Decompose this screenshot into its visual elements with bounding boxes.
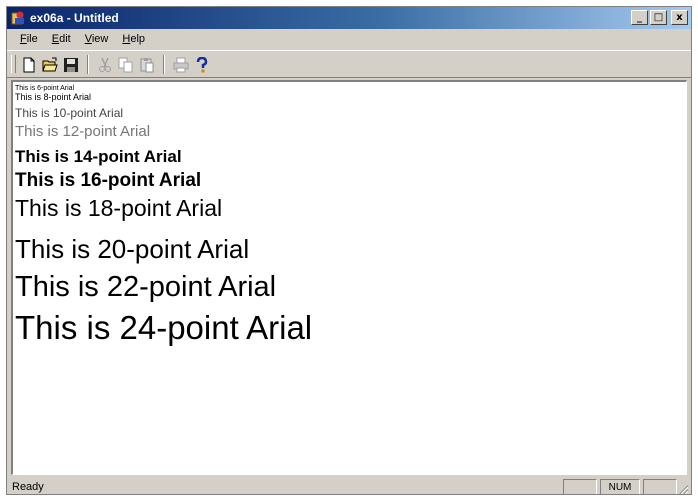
menu-edit[interactable]: Edit	[45, 33, 78, 45]
window-controls: _ □ x	[631, 10, 688, 26]
menu-view[interactable]: View	[78, 33, 116, 45]
open-icon	[42, 57, 58, 72]
status-pane-num: NUM	[600, 479, 640, 494]
new-icon	[23, 57, 35, 73]
help-button[interactable]	[192, 55, 212, 75]
text-line-12pt: This is 12-point Arial	[15, 123, 151, 140]
title-bar[interactable]: ex06a - Untitled _ □ x	[7, 7, 691, 29]
window-title: ex06a - Untitled	[30, 11, 119, 25]
app-window: ex06a - Untitled _ □ x File Edit View He…	[6, 6, 692, 495]
text-line-6pt: This is 6-point Arial	[15, 85, 75, 92]
save-icon	[64, 58, 78, 72]
menu-bar: File Edit View Help	[7, 29, 691, 49]
status-pane-scroll	[643, 479, 677, 494]
menu-help[interactable]: Help	[115, 33, 152, 45]
copy-icon	[118, 57, 133, 73]
text-line-22pt: This is 22-point Arial	[15, 271, 277, 303]
cut-icon	[99, 57, 111, 72]
toolbar-separator	[87, 55, 89, 74]
text-line-10pt: This is 10-point Arial	[15, 106, 124, 120]
toolbar-grip[interactable]	[11, 55, 16, 73]
toolbar-separator	[163, 55, 165, 74]
open-button[interactable]	[40, 55, 60, 75]
text-line-14pt: This is 14-point Arial	[15, 147, 182, 166]
close-button[interactable]: x	[671, 10, 688, 25]
save-button[interactable]	[61, 55, 81, 75]
toolbar	[7, 50, 691, 78]
text-line-20pt: This is 20-point Arial	[15, 234, 250, 264]
text-line-16pt: This is 16-point Arial	[15, 170, 202, 191]
paste-button[interactable]	[137, 55, 157, 75]
app-icon[interactable]	[11, 10, 27, 26]
copy-button[interactable]	[116, 55, 136, 75]
status-text: Ready	[12, 481, 44, 493]
print-icon	[173, 57, 189, 73]
cut-button[interactable]	[95, 55, 115, 75]
paste-icon	[140, 58, 154, 73]
minimize-button[interactable]: _	[631, 10, 648, 25]
document-view[interactable]: This is 6-point Arial This is 8-point Ar…	[11, 80, 687, 475]
text-line-18pt: This is 18-point Arial	[15, 195, 223, 221]
status-pane-caps	[563, 479, 597, 494]
new-button[interactable]	[19, 55, 39, 75]
menu-file[interactable]: File	[13, 33, 45, 45]
help-icon	[196, 57, 208, 73]
text-line-8pt: This is 8-point Arial	[15, 92, 92, 102]
maximize-button[interactable]: □	[650, 10, 667, 25]
text-line-24pt: This is 24-point Arial	[15, 309, 313, 346]
status-bar: Ready NUM	[7, 477, 691, 495]
print-button[interactable]	[171, 55, 191, 75]
resize-grip-icon[interactable]	[677, 483, 689, 495]
